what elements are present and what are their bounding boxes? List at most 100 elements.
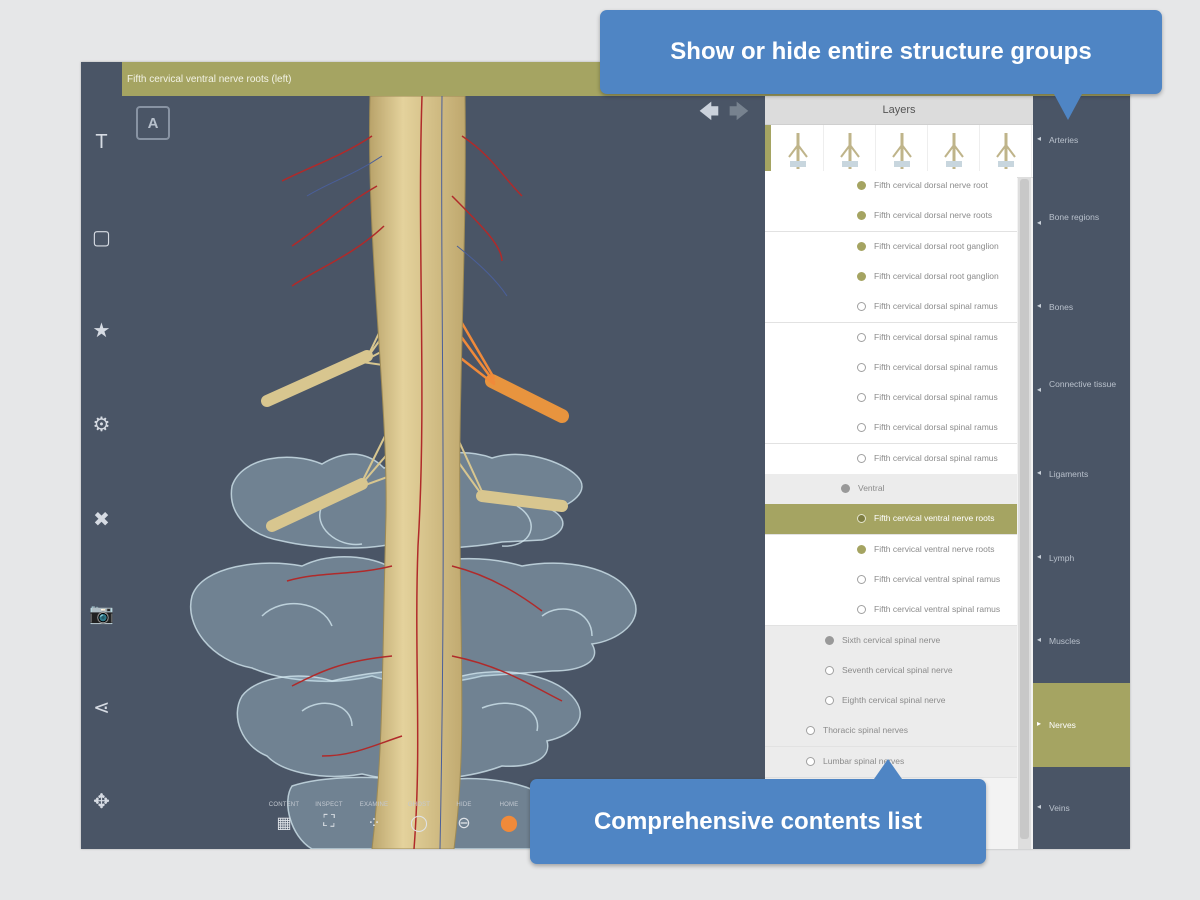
visibility-toggle[interactable] (806, 756, 815, 766)
layer-row[interactable]: Fifth cervical ventral nerve roots (765, 534, 1017, 566)
home-icon: ⬤ (500, 815, 518, 832)
forward-arrow-icon[interactable]: 🡆 (727, 102, 751, 122)
visibility-toggle[interactable] (806, 726, 815, 736)
caret-icon: ◂ (1037, 301, 1042, 310)
visibility-toggle[interactable] (857, 514, 866, 524)
tools-icon[interactable]: ✖ (81, 499, 122, 539)
visibility-toggle[interactable] (857, 453, 866, 463)
category-label: Arteries (1049, 135, 1079, 145)
caret-icon: ◂ (1037, 384, 1042, 394)
category-muscles[interactable]: ◂ Muscles (1033, 599, 1130, 683)
layer-row-label: Fifth cervical dorsal spinal ramus (874, 331, 998, 342)
layer-row[interactable]: Fifth cervical dorsal spinal ramus (765, 383, 1017, 415)
category-label: Bone regions (1049, 211, 1100, 222)
tool-label: CONTENT (268, 802, 300, 808)
layer-row-label: Fifth cervical ventral spinal ramus (874, 604, 1001, 615)
square-icon[interactable]: ▢ (81, 217, 122, 257)
layer-row[interactable]: Fifth cervical dorsal root ganglion (765, 231, 1017, 263)
spine-3d-model[interactable] (122, 96, 765, 849)
visibility-toggle[interactable] (857, 211, 866, 221)
category-bone-regions[interactable]: ◂ Bone regions (1033, 182, 1130, 266)
layer-row[interactable]: Seventh cervical spinal nerve (765, 655, 1017, 687)
layer-row[interactable]: Fifth cervical dorsal spinal ramus (765, 443, 1017, 475)
category-ligaments[interactable]: ◂ Ligaments (1033, 432, 1130, 516)
layer-thumbnail[interactable] (773, 125, 824, 177)
share-icon[interactable]: ⋖ (81, 687, 122, 727)
content-icon: ▦ (276, 815, 292, 832)
layer-row[interactable]: Fifth cervical ventral nerve roots (765, 504, 1017, 536)
ghost-tool-button[interactable]: GHOST ◯ (397, 802, 441, 833)
tool-label: HIDE (456, 802, 472, 808)
layer-list-scrollbar[interactable] (1018, 177, 1031, 849)
visibility-toggle[interactable] (857, 332, 866, 342)
category-nerves[interactable]: ▸ Nerves (1033, 682, 1130, 767)
hide-icon: ⊖ (457, 815, 471, 832)
layer-row-label: Fifth cervical dorsal nerve root (874, 180, 988, 190)
category-label: Ligaments (1049, 469, 1089, 479)
layer-thumbnail[interactable] (825, 125, 876, 177)
layer-row[interactable]: Sixth cervical spinal nerve (765, 625, 1017, 657)
structure-group-sidebar: ◂ Arteries ◂ Bone regions ◂ Bones ◂ Connective … (1033, 96, 1130, 849)
visibility-toggle[interactable] (857, 362, 866, 372)
visibility-toggle[interactable] (857, 423, 866, 433)
layer-row[interactable]: Fifth cervical ventral spinal ramus (765, 564, 1017, 596)
hide-tool-button[interactable]: HIDE ⊖ (442, 802, 486, 833)
layer-row-label: Fifth cervical dorsal spinal ramus (874, 422, 998, 433)
scrollbar-thumb[interactable] (1020, 179, 1029, 839)
caret-icon: ◂ (1037, 635, 1042, 644)
view-cube[interactable]: A (136, 106, 178, 148)
content-tool-button[interactable]: CONTENT ▦ (262, 802, 306, 833)
layer-thumbnail[interactable] (929, 125, 980, 177)
layer-row[interactable]: Thoracic spinal nerves (765, 716, 1017, 748)
visibility-toggle[interactable] (825, 665, 834, 675)
category-label: Nerves (1049, 719, 1076, 730)
move-icon[interactable]: ✥ (81, 781, 122, 821)
back-arrow-icon[interactable]: 🡄 (697, 102, 721, 122)
visibility-toggle[interactable] (857, 181, 866, 190)
category-label: Connective tissue (1049, 378, 1117, 389)
visibility-toggle[interactable] (825, 635, 834, 645)
layer-row-label: Ventral (858, 483, 885, 493)
visibility-toggle[interactable] (857, 544, 866, 554)
layer-row[interactable]: Eighth cervical spinal nerve (765, 686, 1017, 718)
category-lymph[interactable]: ◂ Lymph (1033, 516, 1130, 600)
visibility-toggle[interactable] (857, 605, 866, 615)
visibility-toggle[interactable] (857, 241, 866, 251)
layer-thumbnail[interactable] (981, 125, 1032, 177)
tool-label: HOME (499, 802, 519, 808)
layer-thumbnail[interactable] (877, 125, 928, 177)
inspect-tool-button[interactable]: INSPECT ⛶ (307, 802, 351, 831)
home-tool-button[interactable]: HOME ⬤ (487, 802, 531, 833)
layer-row[interactable]: Fifth cervical dorsal nerve roots (765, 201, 1017, 233)
star-icon[interactable]: ★ (81, 310, 122, 350)
layer-row-label: Fifth cervical dorsal spinal ramus (874, 452, 998, 463)
examine-tool-button[interactable]: EXAMINE ⁘ (352, 802, 396, 833)
visibility-toggle[interactable] (857, 271, 866, 281)
text-icon[interactable]: T (81, 122, 122, 162)
visibility-toggle[interactable] (857, 302, 866, 312)
layer-row[interactable]: Ventral (765, 474, 1017, 505)
camera-icon[interactable]: 📷 (81, 593, 122, 633)
layer-row[interactable]: Fifth cervical dorsal spinal ramus (765, 352, 1017, 384)
visibility-toggle[interactable] (825, 696, 834, 706)
layer-row-label: Thoracic spinal nerves (823, 725, 909, 736)
layer-row[interactable]: Fifth cervical dorsal spinal ramus (765, 322, 1017, 354)
layer-row[interactable]: Fifth cervical dorsal spinal ramus (765, 413, 1017, 445)
category-connective-tissue[interactable]: ◂ Connective tissue (1033, 349, 1130, 433)
layer-row[interactable]: Fifth cervical dorsal nerve root (765, 171, 1017, 202)
layer-row[interactable]: Fifth cervical dorsal root ganglion (765, 261, 1017, 293)
layer-row[interactable]: Fifth cervical dorsal spinal ramus (765, 292, 1017, 324)
layer-row-label: Fifth cervical ventral nerve roots (874, 543, 995, 554)
layer-row[interactable]: Fifth cervical ventral spinal ramus (765, 595, 1017, 627)
category-veins[interactable]: ◂ Veins (1033, 766, 1130, 849)
gear-icon[interactable]: ⚙ (81, 404, 122, 444)
category-bones[interactable]: ◂ Bones (1033, 265, 1130, 349)
visibility-toggle[interactable] (841, 484, 850, 493)
layer-row-label: Fifth cervical dorsal spinal ramus (874, 392, 998, 403)
visibility-toggle[interactable] (857, 393, 866, 403)
layer-row-label: Sixth cervical spinal nerve (842, 634, 941, 645)
visibility-toggle[interactable] (857, 574, 866, 584)
selected-structure-title: Fifth cervical ventral nerve roots (left… (127, 74, 292, 85)
3d-viewport[interactable]: A 🡄 🡆 CONTENT ▦ INSPECT ⛶ EXAMINE ⁘ GHOST ◯ HIDE… (122, 96, 765, 849)
view-cube-label: A (147, 114, 159, 132)
